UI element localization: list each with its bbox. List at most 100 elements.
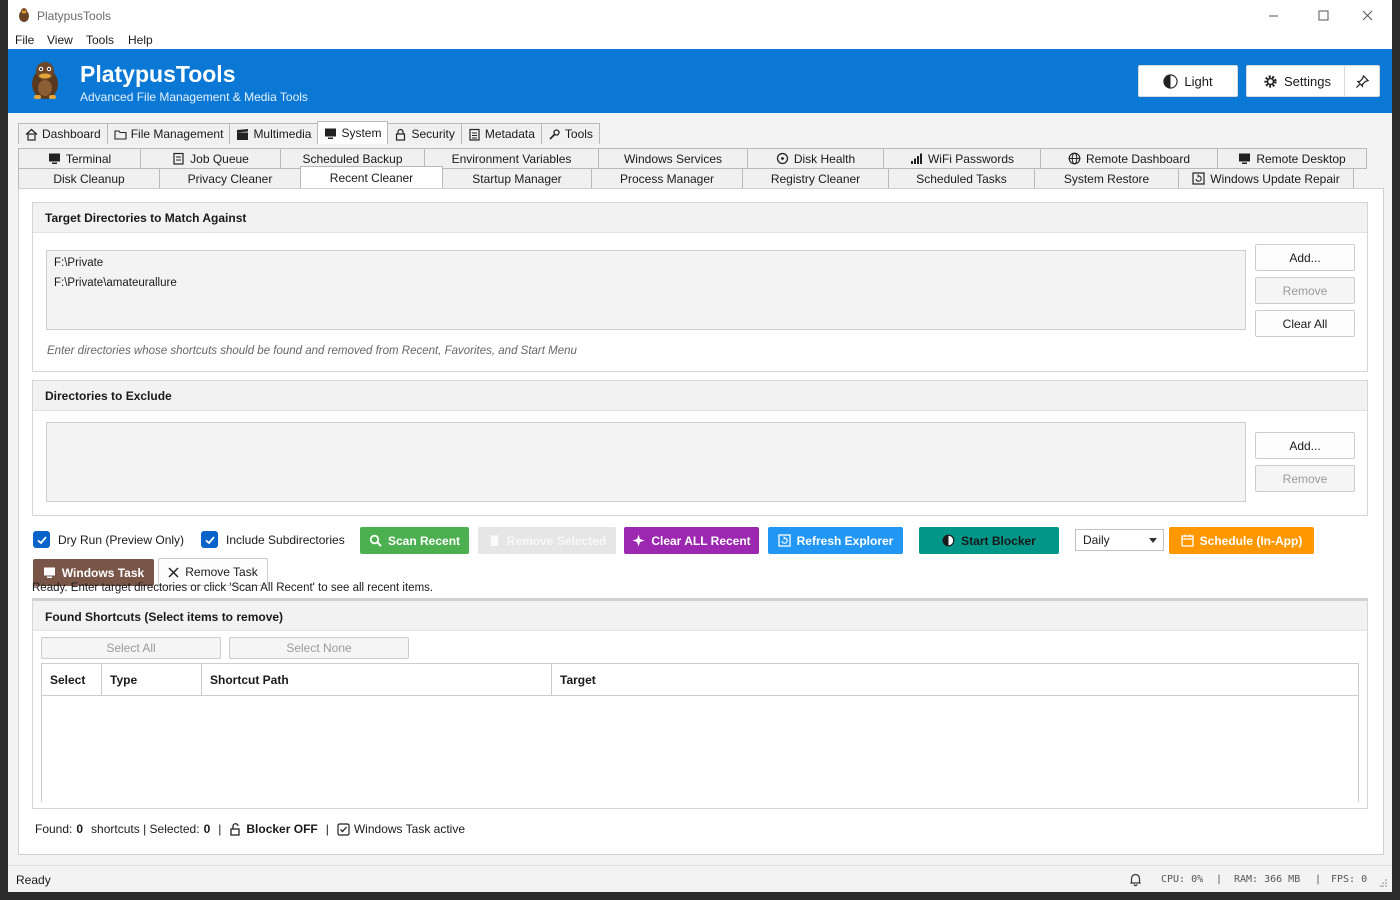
menu-file[interactable]: File [15, 33, 34, 47]
subtab-environment-variables[interactable]: Environment Variables [424, 148, 599, 169]
tab-metadata-label: Metadata [484, 127, 535, 141]
select-all-button[interactable]: Select All [41, 637, 221, 659]
remove-selected-button[interactable]: Remove Selected [478, 527, 616, 554]
settings-button[interactable]: Settings [1246, 65, 1348, 97]
maximize-button[interactable] [1300, 0, 1346, 31]
subtab-job-queue-label: Job Queue [190, 151, 249, 166]
refresh-explorer-button[interactable]: Refresh Explorer [768, 527, 903, 554]
pin-button[interactable] [1344, 65, 1380, 97]
subtab-recent-cleaner[interactable]: Recent Cleaner [300, 166, 443, 189]
menu-view[interactable]: View [47, 33, 73, 47]
status-bar: Ready CPU: 0% | RAM: 366 MB | FPS: 0 [8, 865, 1392, 892]
schedule-in-app-button[interactable]: Schedule (In-App) [1169, 527, 1314, 554]
tab-security[interactable]: Security [387, 123, 462, 144]
subtab-registry-cleaner[interactable]: Registry Cleaner [742, 168, 889, 189]
found-label: Found: [35, 822, 73, 836]
found-status-bar: Found: 0 shortcuts | Selected: 0 | Block… [35, 822, 465, 836]
close-button[interactable] [1344, 0, 1390, 31]
signal-icon [910, 153, 922, 164]
tab-security-label: Security [411, 127, 455, 141]
target-clear-all-button[interactable]: Clear All [1255, 310, 1355, 337]
subtab-windows-services-label: Windows Services [623, 151, 723, 166]
dry-run-label: Dry Run (Preview Only) [58, 532, 185, 547]
subtab-windows-services[interactable]: Windows Services [598, 148, 748, 169]
unlock-icon [230, 822, 241, 836]
found-shortcuts-title: Found Shortcuts (Select items to remove) [45, 610, 284, 624]
refresh-icon [1192, 172, 1205, 185]
subtab-system-restore[interactable]: System Restore [1034, 168, 1179, 189]
target-directories-list[interactable]: F:\Private F:\Private\amateurallure [46, 250, 1246, 330]
subtab-privacy-cleaner[interactable]: Privacy Cleaner [159, 168, 301, 189]
subtab-terminal[interactable]: Terminal [18, 148, 141, 169]
menu-help[interactable]: Help [128, 33, 153, 47]
search-icon [369, 534, 382, 547]
theme-toggle-button[interactable]: Light [1138, 65, 1238, 97]
subtab-startup-manager[interactable]: Startup Manager [442, 168, 592, 189]
subtab-remote-dashboard[interactable]: Remote Dashboard [1040, 148, 1218, 169]
half-circle-icon [942, 534, 955, 547]
clapperboard-icon [237, 128, 249, 140]
subtab-process-manager[interactable]: Process Manager [591, 168, 743, 189]
cpu-usage: CPU: 0% [1161, 874, 1204, 885]
subtab-scheduled-backup-label: Scheduled Backup [302, 151, 403, 166]
subtab-disk-health[interactable]: Disk Health [747, 148, 884, 169]
clipboard-icon [469, 128, 480, 141]
separator: | [1315, 874, 1322, 885]
shortcuts-table-body[interactable] [41, 696, 1359, 802]
exclude-add-button[interactable]: Add... [1255, 432, 1355, 459]
subtab-scheduled-tasks-label: Scheduled Tasks [916, 171, 1007, 186]
select-none-button[interactable]: Select None [229, 637, 409, 659]
exclude-directories-list[interactable] [46, 422, 1246, 502]
menu-tools[interactable]: Tools [86, 33, 114, 47]
tab-dashboard[interactable]: Dashboard [18, 123, 108, 144]
column-shortcut-path[interactable]: Shortcut Path [202, 664, 552, 695]
clipboard-icon [173, 152, 184, 165]
include-subdirectories-checkbox[interactable]: Include Subdirectories [201, 531, 345, 548]
shortcuts-table-header: Select Type Shortcut Path Target [41, 663, 1359, 696]
tab-tools[interactable]: Tools [540, 123, 600, 144]
exclude-remove-button[interactable]: Remove [1255, 465, 1355, 492]
tab-file-management[interactable]: File Management [106, 123, 231, 144]
clear-all-recent-button[interactable]: Clear ALL Recent [624, 527, 759, 554]
resize-grip-icon[interactable] [1380, 878, 1388, 888]
column-select[interactable]: Select [42, 664, 102, 695]
schedule-frequency-select[interactable]: Daily [1075, 529, 1164, 551]
shortcuts-selected-label: shortcuts | Selected: [91, 822, 200, 836]
tab-system[interactable]: System [317, 121, 389, 144]
list-item[interactable]: F:\Private [54, 257, 103, 269]
checkbox-checked-icon [201, 531, 218, 548]
wrench-icon [549, 128, 560, 140]
subtab-scheduled-tasks[interactable]: Scheduled Tasks [888, 168, 1035, 189]
calendar-icon [1181, 534, 1194, 547]
tab-tools-label: Tools [564, 127, 593, 141]
close-icon [1362, 10, 1372, 21]
target-add-button[interactable]: Add... [1255, 244, 1355, 271]
minimize-button[interactable] [1250, 0, 1296, 31]
column-type[interactable]: Type [102, 664, 202, 695]
monitor-icon [1239, 153, 1251, 164]
subtab-wifi-passwords-label: WiFi Passwords [927, 151, 1014, 166]
bell-icon[interactable] [1128, 872, 1143, 887]
dry-run-checkbox[interactable]: Dry Run (Preview Only) [33, 531, 184, 548]
fps-counter: FPS: 0 [1331, 874, 1368, 885]
subtab-privacy-cleaner-label: Privacy Cleaner [187, 171, 273, 186]
subtab-disk-health-label: Disk Health [793, 151, 856, 166]
subtab-disk-cleanup[interactable]: Disk Cleanup [18, 168, 160, 189]
separator: | [1216, 874, 1223, 885]
column-target[interactable]: Target [552, 664, 1358, 695]
exclude-directories-header: Directories to Exclude [33, 381, 1367, 411]
target-remove-button[interactable]: Remove [1255, 277, 1355, 304]
subtab-remote-desktop[interactable]: Remote Desktop [1217, 148, 1367, 169]
schedule-frequency-value: Daily [1083, 533, 1110, 547]
start-blocker-button[interactable]: Start Blocker [919, 527, 1059, 554]
list-item[interactable]: F:\Private\amateurallure [54, 277, 177, 289]
status-message: Ready. Enter target directories or click… [32, 582, 434, 594]
scan-recent-button[interactable]: Scan Recent [360, 527, 469, 554]
subtab-wifi-passwords[interactable]: WiFi Passwords [883, 148, 1041, 169]
subtab-windows-update-repair[interactable]: Windows Update Repair [1178, 168, 1354, 189]
target-directories-header: Target Directories to Match Against [33, 203, 1367, 233]
subtab-job-queue[interactable]: Job Queue [140, 148, 281, 169]
tab-metadata[interactable]: Metadata [460, 123, 542, 144]
tab-multimedia[interactable]: Multimedia [229, 123, 319, 144]
exclude-directories-group: Directories to Exclude Add... Remove [32, 380, 1368, 516]
